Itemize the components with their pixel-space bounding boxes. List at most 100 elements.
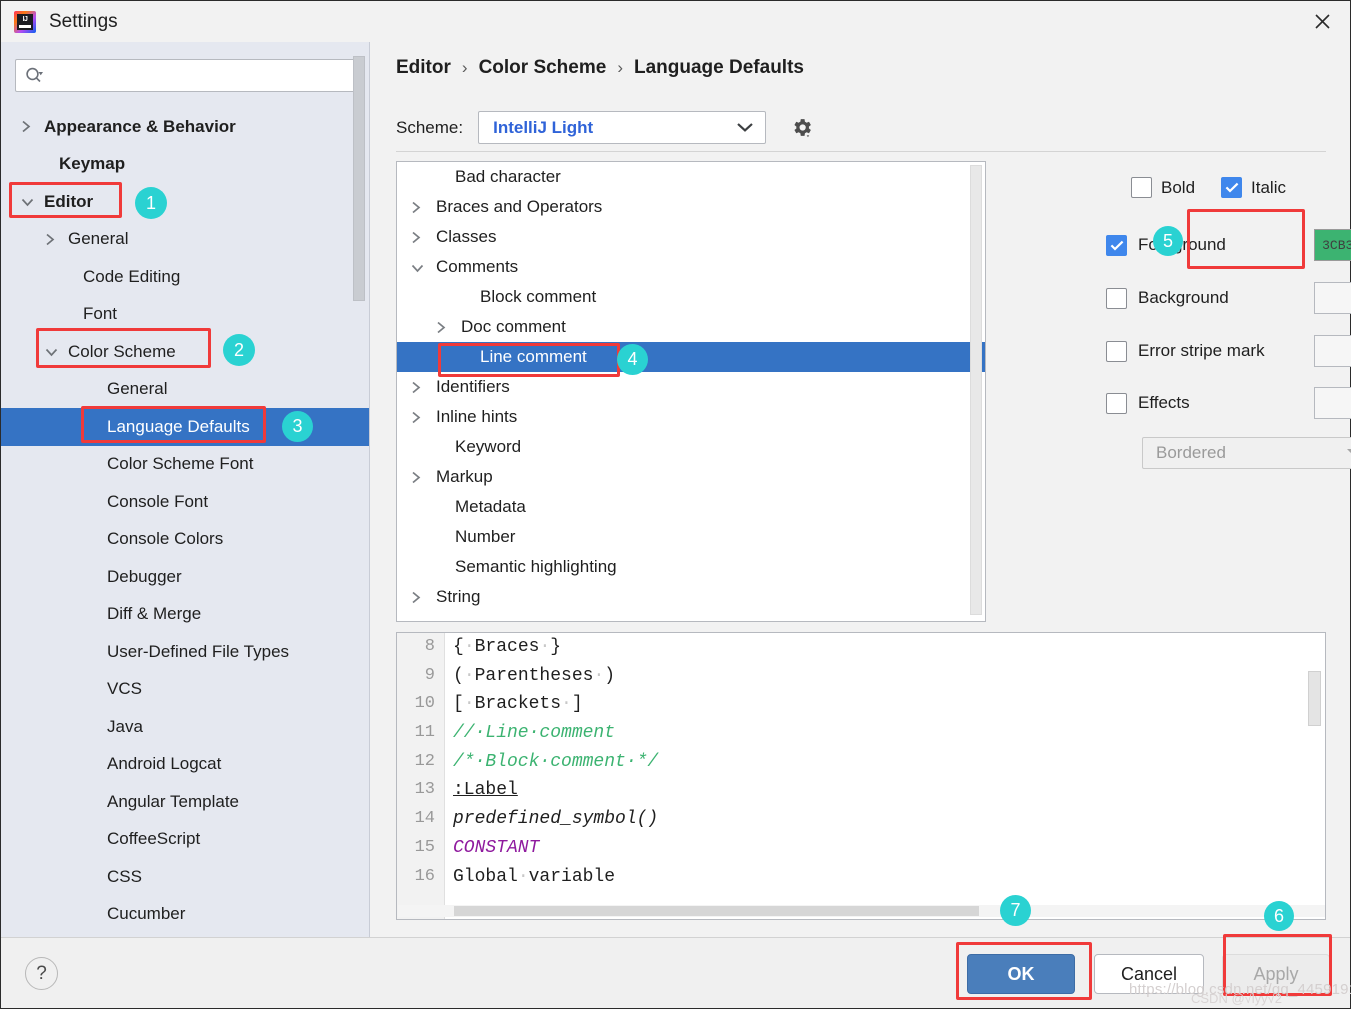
- code-token: ·: [593, 665, 605, 686]
- sidebar-item-code-editing[interactable]: Code Editing: [1, 258, 369, 296]
- sidebar-item-console-colors[interactable]: Console Colors: [1, 521, 369, 559]
- sidebar-item-appearance-behavior[interactable]: Appearance & Behavior: [1, 108, 369, 146]
- color-tree-item-bad-character[interactable]: Bad character: [397, 162, 985, 192]
- chevron-right-icon[interactable]: [436, 319, 456, 336]
- sidebar-item-color-scheme[interactable]: Color Scheme: [1, 333, 369, 371]
- error-stripe-color-swatch[interactable]: [1314, 335, 1351, 367]
- sidebar-item-user-defined-file-types[interactable]: User-Defined File Types: [1, 633, 369, 671]
- breadcrumb-separator-icon: ›: [461, 58, 468, 77]
- code-preview-pane[interactable]: 8 9 10 11 12 13 14 15 16 {·Braces·} (·Parentheses…: [396, 632, 1326, 920]
- sidebar-item-css[interactable]: CSS: [1, 858, 369, 896]
- sidebar-item-android-logcat[interactable]: Android Logcat: [1, 746, 369, 784]
- sidebar-item-general[interactable]: General: [1, 371, 369, 409]
- no-arrow-icon: [435, 529, 455, 546]
- sidebar-item-label: CoffeeScript: [107, 829, 201, 849]
- chevron-right-icon[interactable]: [411, 409, 431, 426]
- line-number: 10: [414, 694, 435, 714]
- color-tree-item-comments[interactable]: Comments: [397, 252, 985, 282]
- sidebar-item-angular-template[interactable]: Angular Template: [1, 783, 369, 821]
- close-icon[interactable]: [1295, 1, 1350, 42]
- chevron-right-icon[interactable]: [411, 229, 431, 246]
- sidebar-item-debugger[interactable]: Debugger: [1, 558, 369, 596]
- color-tree-scrollbar[interactable]: [970, 165, 982, 615]
- sidebar-item-console-font[interactable]: Console Font: [1, 483, 369, 521]
- preview-hscroll-thumb[interactable]: [454, 906, 979, 916]
- scheme-label: Scheme:: [396, 117, 464, 137]
- background-checkbox[interactable]: [1106, 287, 1127, 309]
- breadcrumb-separator-icon: ›: [617, 58, 623, 77]
- sidebar-item-label: Code Editing: [83, 266, 181, 286]
- sidebar-item-coffeescript[interactable]: CoffeeScript: [1, 821, 369, 859]
- chevron-right-icon[interactable]: [411, 199, 431, 216]
- preview-vertical-scrollbar[interactable]: [1308, 671, 1321, 726]
- effects-row[interactable]: Effects: [1106, 387, 1190, 419]
- color-tree-item-label: Number: [455, 527, 516, 546]
- bold-checkbox-row[interactable]: Bold: [1131, 177, 1195, 198]
- error-stripe-checkbox[interactable]: [1106, 340, 1127, 362]
- color-tree-item-block-comment[interactable]: Block comment: [397, 282, 985, 312]
- chevron-right-icon[interactable]: [411, 469, 431, 486]
- search-box[interactable]: [15, 59, 356, 92]
- color-tree-item-keyword[interactable]: Keyword: [397, 432, 985, 462]
- color-tree-item-inline-hints[interactable]: Inline hints: [397, 402, 985, 432]
- color-tree-item-number[interactable]: Number: [397, 522, 985, 552]
- color-tree-item-identifiers[interactable]: Identifiers: [397, 372, 985, 402]
- sidebar-item-diff-merge[interactable]: Diff & Merge: [1, 596, 369, 634]
- annotation-badge-1: 1: [135, 187, 167, 219]
- gear-icon[interactable]: [788, 114, 815, 141]
- background-row[interactable]: Background: [1106, 282, 1229, 314]
- code-token: ·: [463, 665, 475, 686]
- error-stripe-row[interactable]: Error stripe mark: [1106, 335, 1265, 367]
- sidebar-item-language-defaults[interactable]: Language Defaults: [1, 408, 369, 446]
- color-tree-item-braces-and-operators[interactable]: Braces and Operators: [397, 192, 985, 222]
- sidebar-scrollbar-thumb[interactable]: [353, 56, 365, 301]
- italic-checkbox[interactable]: [1221, 177, 1243, 198]
- chevron-down-icon[interactable]: [21, 193, 38, 210]
- chevron-right-icon[interactable]: [411, 379, 431, 396]
- sidebar-item-editor[interactable]: Editor: [1, 183, 369, 221]
- sidebar-item-cucumber[interactable]: Cucumber: [1, 896, 369, 934]
- sidebar-item-label: VCS: [107, 679, 142, 699]
- search-input[interactable]: [44, 67, 355, 84]
- chevron-down-icon[interactable]: [411, 259, 431, 276]
- sidebar-item-font[interactable]: Font: [1, 296, 369, 334]
- color-tree-item-markup[interactable]: Markup: [397, 462, 985, 492]
- foreground-color-swatch[interactable]: 3CB371: [1314, 229, 1351, 261]
- chevron-right-icon[interactable]: [45, 231, 62, 248]
- help-button[interactable]: ?: [25, 957, 58, 990]
- effects-checkbox[interactable]: [1106, 392, 1127, 414]
- color-tree-item-metadata[interactable]: Metadata: [397, 492, 985, 522]
- effects-color-swatch[interactable]: [1314, 387, 1351, 419]
- chevron-right-icon[interactable]: [411, 589, 431, 606]
- foreground-checkbox[interactable]: [1106, 234, 1127, 256]
- intellij-idea-logo-icon: IJ: [14, 10, 36, 33]
- ok-button[interactable]: OK: [967, 954, 1075, 994]
- color-tree-item-label: Classes: [436, 227, 497, 246]
- color-tree-item-line-comment[interactable]: Line comment: [397, 342, 985, 372]
- code-token: ·: [539, 637, 551, 657]
- italic-checkbox-row[interactable]: Italic: [1221, 177, 1286, 198]
- sidebar-item-general[interactable]: General: [1, 221, 369, 259]
- color-tree-item-classes[interactable]: Classes: [397, 222, 985, 252]
- scheme-select[interactable]: IntelliJ Light: [478, 111, 767, 144]
- breadcrumb-item-color-scheme[interactable]: Color Scheme: [479, 57, 607, 79]
- color-tree-item-semantic-highlighting[interactable]: Semantic highlighting: [397, 552, 985, 582]
- sidebar-item-keymap[interactable]: Keymap: [1, 146, 369, 184]
- line-number: 12: [414, 751, 435, 771]
- color-tree-item-label: Identifiers: [436, 377, 510, 396]
- no-arrow-icon: [435, 169, 455, 186]
- chevron-down-icon[interactable]: [45, 343, 62, 360]
- sidebar-item-vcs[interactable]: VCS: [1, 671, 369, 709]
- cancel-button[interactable]: Cancel: [1094, 954, 1204, 994]
- color-tree-item-label: Keyword: [455, 437, 522, 456]
- bold-checkbox[interactable]: [1131, 177, 1152, 198]
- color-tree-item-doc-comment[interactable]: Doc comment: [397, 312, 985, 342]
- color-tree-item-string[interactable]: String: [397, 582, 985, 612]
- chevron-right-icon[interactable]: [21, 118, 38, 135]
- no-arrow-icon: [90, 756, 107, 773]
- sidebar-item-color-scheme-font[interactable]: Color Scheme Font: [1, 446, 369, 484]
- preview-horizontal-scrollbar[interactable]: [398, 905, 1325, 917]
- sidebar-item-java[interactable]: Java: [1, 708, 369, 746]
- breadcrumb-item-editor[interactable]: Editor: [396, 57, 451, 79]
- background-color-swatch[interactable]: [1314, 282, 1351, 314]
